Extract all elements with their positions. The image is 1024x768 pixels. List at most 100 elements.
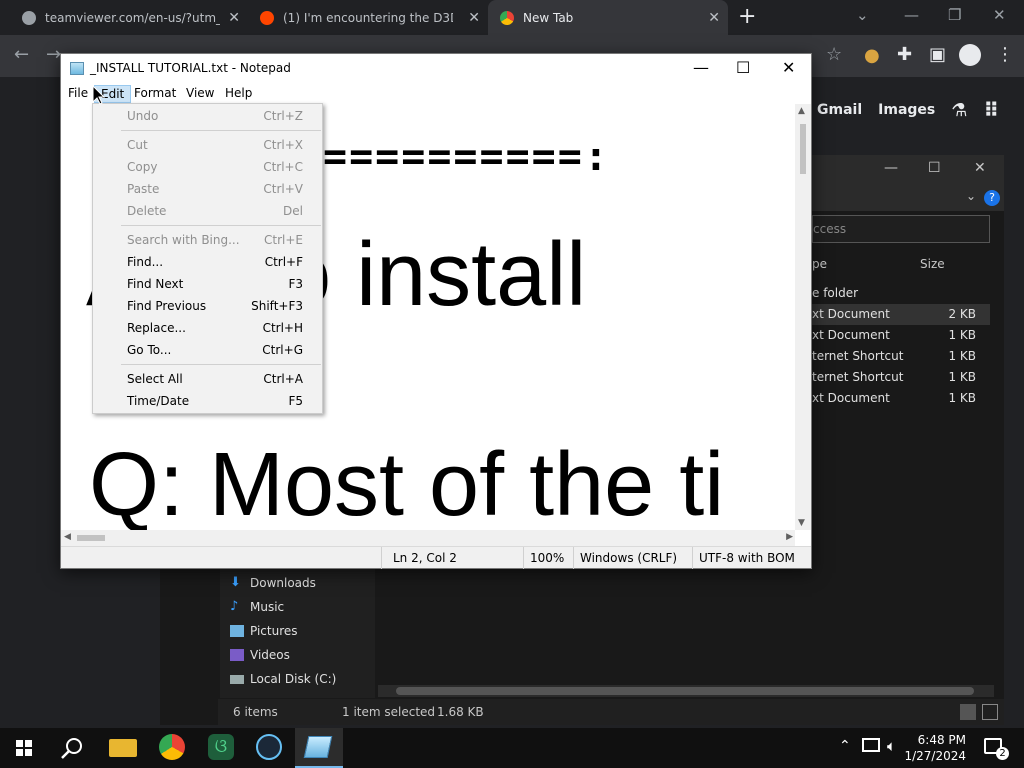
menu-item-label: Replace... [127, 321, 186, 335]
volume-muted-icon[interactable]: 🔈︎ [887, 737, 896, 755]
menu-item-copy[interactable]: Copy Ctrl+C [127, 157, 303, 177]
menu-item-go-to[interactable]: Go To... Ctrl+G [127, 340, 303, 360]
vertical-scrollbar[interactable]: ▲ ▼ [795, 104, 811, 530]
menu-item-time-date[interactable]: Time/Date F5 [127, 391, 303, 411]
scroll-thumb[interactable] [77, 535, 105, 541]
side-panel-icon[interactable]: ▣ [929, 44, 946, 65]
menu-item-replace[interactable]: Replace... Ctrl+H [127, 318, 303, 338]
nav-item-pictures[interactable]: Pictures [230, 624, 298, 638]
tab-new-tab[interactable]: New Tab ✕ [488, 0, 728, 35]
file-row[interactable]: xt Document 1 KB [812, 388, 990, 409]
videos-icon [230, 649, 244, 661]
extensions-icon[interactable]: ✚ [897, 44, 912, 65]
chevron-up-icon[interactable]: ⌃ [839, 738, 851, 754]
scroll-right-icon[interactable]: ▶ [786, 532, 793, 542]
menu-help[interactable]: Help [219, 85, 258, 101]
menu-item-find-previous[interactable]: Find Previous Shift+F3 [127, 296, 303, 316]
menu-item-label: Paste [127, 182, 160, 196]
images-link[interactable]: Images [878, 102, 935, 118]
nav-item-downloads[interactable]: ⬇ Downloads [230, 575, 316, 590]
maximize-icon[interactable]: ☐ [736, 58, 750, 77]
apps-grid-icon[interactable]: ⠿ [983, 98, 999, 122]
explorer-horizontal-scrollbar[interactable] [378, 685, 994, 697]
close-icon[interactable]: ✕ [974, 160, 986, 176]
scroll-left-icon[interactable]: ◀ [64, 532, 71, 542]
file-explorer-taskbar-icon[interactable] [109, 739, 137, 757]
menu-item-paste[interactable]: Paste Ctrl+V [127, 179, 303, 199]
tab-search-icon[interactable]: ⌄ [856, 6, 869, 24]
windows-start-icon[interactable] [16, 740, 32, 756]
menu-item-find[interactable]: Find... Ctrl+F [127, 252, 303, 272]
chrome-menu-icon[interactable]: ⋮ [996, 44, 1014, 65]
minimize-icon[interactable]: — [693, 58, 709, 77]
menu-file[interactable]: File [62, 85, 94, 101]
scroll-down-icon[interactable]: ▼ [798, 518, 805, 528]
file-row[interactable]: ternet Shortcut 1 KB [812, 367, 990, 388]
gamesir-taskbar-icon[interactable]: ଓ [208, 734, 234, 760]
network-icon[interactable] [862, 738, 880, 752]
large-icons-view-icon[interactable] [982, 704, 998, 720]
close-tab-icon[interactable]: ✕ [468, 10, 480, 26]
globe-icon [22, 10, 36, 25]
notepad-taskbar-button[interactable] [295, 728, 343, 768]
file-row[interactable]: ternet Shortcut 1 KB [812, 346, 990, 367]
cookie-extension-icon[interactable]: ● [864, 45, 880, 66]
menu-item-select-all[interactable]: Select All Ctrl+A [127, 369, 303, 389]
file-row[interactable]: e folder [812, 283, 990, 304]
close-icon[interactable]: ✕ [993, 6, 1006, 24]
labs-flask-icon[interactable]: ⚗ [951, 100, 967, 121]
new-tab-button[interactable]: + [738, 4, 756, 29]
menu-item-find-next[interactable]: Find Next F3 [127, 274, 303, 294]
minimize-icon[interactable]: — [884, 160, 898, 176]
file-type: ternet Shortcut [812, 370, 904, 384]
bookmark-star-icon[interactable]: ☆ [826, 44, 842, 65]
minimize-icon[interactable]: — [904, 6, 919, 24]
explorer-status-bar: 6 items 1 item selected 1.68 KB [218, 699, 1004, 725]
scroll-thumb[interactable] [396, 687, 974, 695]
explorer-search-input[interactable]: ccess [812, 215, 990, 243]
details-view-icon[interactable] [960, 704, 976, 720]
profile-avatar[interactable] [959, 44, 981, 66]
chrome-taskbar-icon[interactable] [159, 734, 185, 760]
menu-item-label: Delete [127, 204, 167, 218]
system-clock[interactable]: 6:48 PM 1/27/2024 [904, 732, 966, 764]
maximize-icon[interactable]: ☐ [928, 160, 941, 176]
forward-icon[interactable]: → [46, 44, 61, 65]
file-row-selected[interactable]: xt Document 2 KB [812, 304, 990, 325]
menu-format[interactable]: Format [128, 85, 182, 101]
steam-taskbar-icon[interactable] [256, 734, 282, 760]
close-icon[interactable]: ✕ [782, 58, 795, 77]
menu-item-delete[interactable]: Delete Del [127, 201, 303, 221]
back-icon[interactable]: ← [14, 44, 29, 65]
restore-icon[interactable]: ❐ [948, 6, 961, 24]
file-type: ternet Shortcut [812, 349, 904, 363]
nav-item-music[interactable]: ♪ Music [230, 599, 284, 614]
column-size[interactable]: Size [920, 257, 945, 271]
navigation-pane: ⬇ Downloads ♪ Music Pictures Videos Local … [220, 568, 375, 698]
menu-view[interactable]: View [180, 85, 220, 101]
menu-item-label: Cut [127, 138, 148, 152]
file-row[interactable]: xt Document 1 KB [812, 325, 990, 346]
zoom-level: 100% [530, 551, 565, 565]
search-icon[interactable] [60, 737, 84, 761]
tab-reddit[interactable]: (1) I'm encountering the D3D er ✕ [248, 0, 488, 35]
help-icon[interactable]: ? [984, 190, 1000, 206]
horizontal-scrollbar[interactable]: ◀ ▶ [61, 530, 795, 546]
menu-item-undo[interactable]: Undo Ctrl+Z [127, 106, 303, 126]
chevron-down-icon[interactable]: ⌄ [966, 189, 976, 203]
scroll-up-icon[interactable]: ▲ [798, 106, 805, 116]
scroll-thumb[interactable] [800, 124, 806, 174]
menu-item-cut[interactable]: Cut Ctrl+X [127, 135, 303, 155]
menu-item-label: Find Next [127, 277, 184, 291]
close-tab-icon[interactable]: ✕ [708, 10, 720, 26]
pictures-icon [230, 625, 244, 637]
column-type[interactable]: pe [812, 257, 827, 271]
explorer-titlebar: — ☐ ✕ [812, 155, 1004, 187]
menu-item-search-bing[interactable]: Search with Bing... Ctrl+E [127, 230, 303, 250]
notepad-menubar: File Edit Format View Help [61, 84, 811, 104]
gmail-link[interactable]: Gmail [817, 102, 862, 118]
nav-item-videos[interactable]: Videos [230, 648, 290, 662]
nav-item-local-disk[interactable]: Local Disk (C:) [230, 672, 336, 686]
tab-teamviewer[interactable]: teamviewer.com/en-us/?utm_so ✕ [0, 0, 248, 35]
close-tab-icon[interactable]: ✕ [228, 10, 240, 26]
